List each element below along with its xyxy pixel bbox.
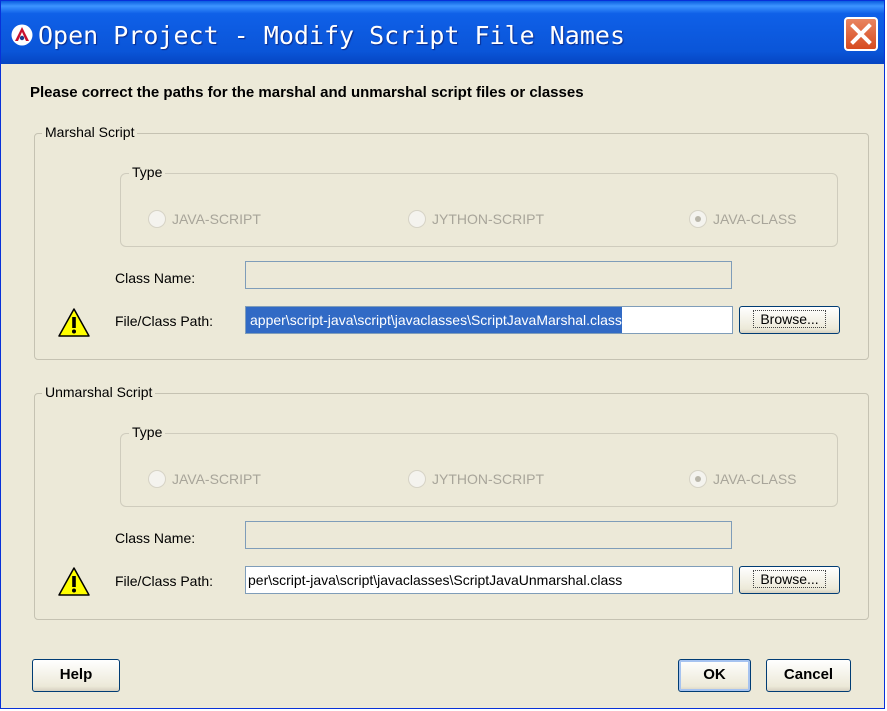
unmarshal-type-group: Type JAVA-SCRIPT JYTHON-SCRIPT JAVA-CLAS… <box>120 424 838 507</box>
unmarshal-path-field[interactable]: per\script-java\script\javaclasses\Scrip… <box>245 566 733 594</box>
title-bar[interactable]: Open Project - Modify Script File Names <box>1 1 884 64</box>
marshal-radio-java-class[interactable]: JAVA-CLASS <box>689 210 797 228</box>
help-button[interactable]: Help <box>32 659 120 692</box>
marshal-script-group: Marshal Script Type JAVA-SCRIPT JYTHON-S… <box>34 124 869 360</box>
close-icon <box>850 23 872 45</box>
unmarshal-path-label: File/Class Path: <box>115 573 214 589</box>
unmarshal-radio-java-class[interactable]: JAVA-CLASS <box>689 470 797 488</box>
warning-icon <box>58 308 90 337</box>
unmarshal-radio-jython-script[interactable]: JYTHON-SCRIPT <box>408 470 544 488</box>
marshal-radio-java-script[interactable]: JAVA-SCRIPT <box>148 210 261 228</box>
radio-label: JYTHON-SCRIPT <box>432 211 544 227</box>
close-button[interactable] <box>844 17 878 51</box>
radio-circle-checked <box>689 210 707 228</box>
ok-button[interactable]: OK <box>678 659 751 692</box>
radio-circle <box>148 470 166 488</box>
window-title: Open Project - Modify Script File Names <box>38 21 625 50</box>
marshal-class-name-label: Class Name: <box>115 270 196 286</box>
marshal-path-selected-text: apper\script-java\script\javaclasses\Scr… <box>246 307 622 333</box>
radio-circle <box>408 470 426 488</box>
cancel-button[interactable]: Cancel <box>766 659 851 692</box>
radio-circle <box>408 210 426 228</box>
app-logo-icon <box>11 24 33 46</box>
marshal-path-label: File/Class Path: <box>115 313 214 329</box>
marshal-radio-jython-script[interactable]: JYTHON-SCRIPT <box>408 210 544 228</box>
marshal-type-group: Type JAVA-SCRIPT JYTHON-SCRIPT JAVA-CLAS… <box>120 164 838 247</box>
unmarshal-class-name-label: Class Name: <box>115 530 196 546</box>
unmarshal-path-text: per\script-java\script\javaclasses\Scrip… <box>248 572 623 588</box>
marshal-group-label: Marshal Script <box>42 124 138 140</box>
marshal-type-label: Type <box>129 164 166 180</box>
radio-circle <box>148 210 166 228</box>
unmarshal-script-group: Unmarshal Script Type JAVA-SCRIPT JYTHON… <box>34 384 869 620</box>
radio-label: JAVA-CLASS <box>713 211 797 227</box>
instruction-text: Please correct the paths for the marshal… <box>30 84 584 101</box>
marshal-path-field[interactable]: apper\script-java\script\javaclasses\Scr… <box>245 306 733 334</box>
unmarshal-group-label: Unmarshal Script <box>42 384 156 400</box>
unmarshal-radio-java-script[interactable]: JAVA-SCRIPT <box>148 470 261 488</box>
unmarshal-type-label: Type <box>129 424 166 440</box>
radio-label: JAVA-CLASS <box>713 471 797 487</box>
warning-icon <box>58 567 90 596</box>
unmarshal-browse-button[interactable]: Browse... <box>739 566 840 594</box>
unmarshal-class-name-field[interactable] <box>245 521 732 549</box>
radio-label: JAVA-SCRIPT <box>172 471 261 487</box>
marshal-browse-button[interactable]: Browse... <box>739 306 840 334</box>
radio-label: JAVA-SCRIPT <box>172 211 261 227</box>
radio-circle-checked <box>689 470 707 488</box>
dialog-window: Open Project - Modify Script File Names … <box>0 0 885 709</box>
radio-label: JYTHON-SCRIPT <box>432 471 544 487</box>
dialog-body: Please correct the paths for the marshal… <box>5 64 882 706</box>
marshal-class-name-field[interactable] <box>245 261 732 289</box>
